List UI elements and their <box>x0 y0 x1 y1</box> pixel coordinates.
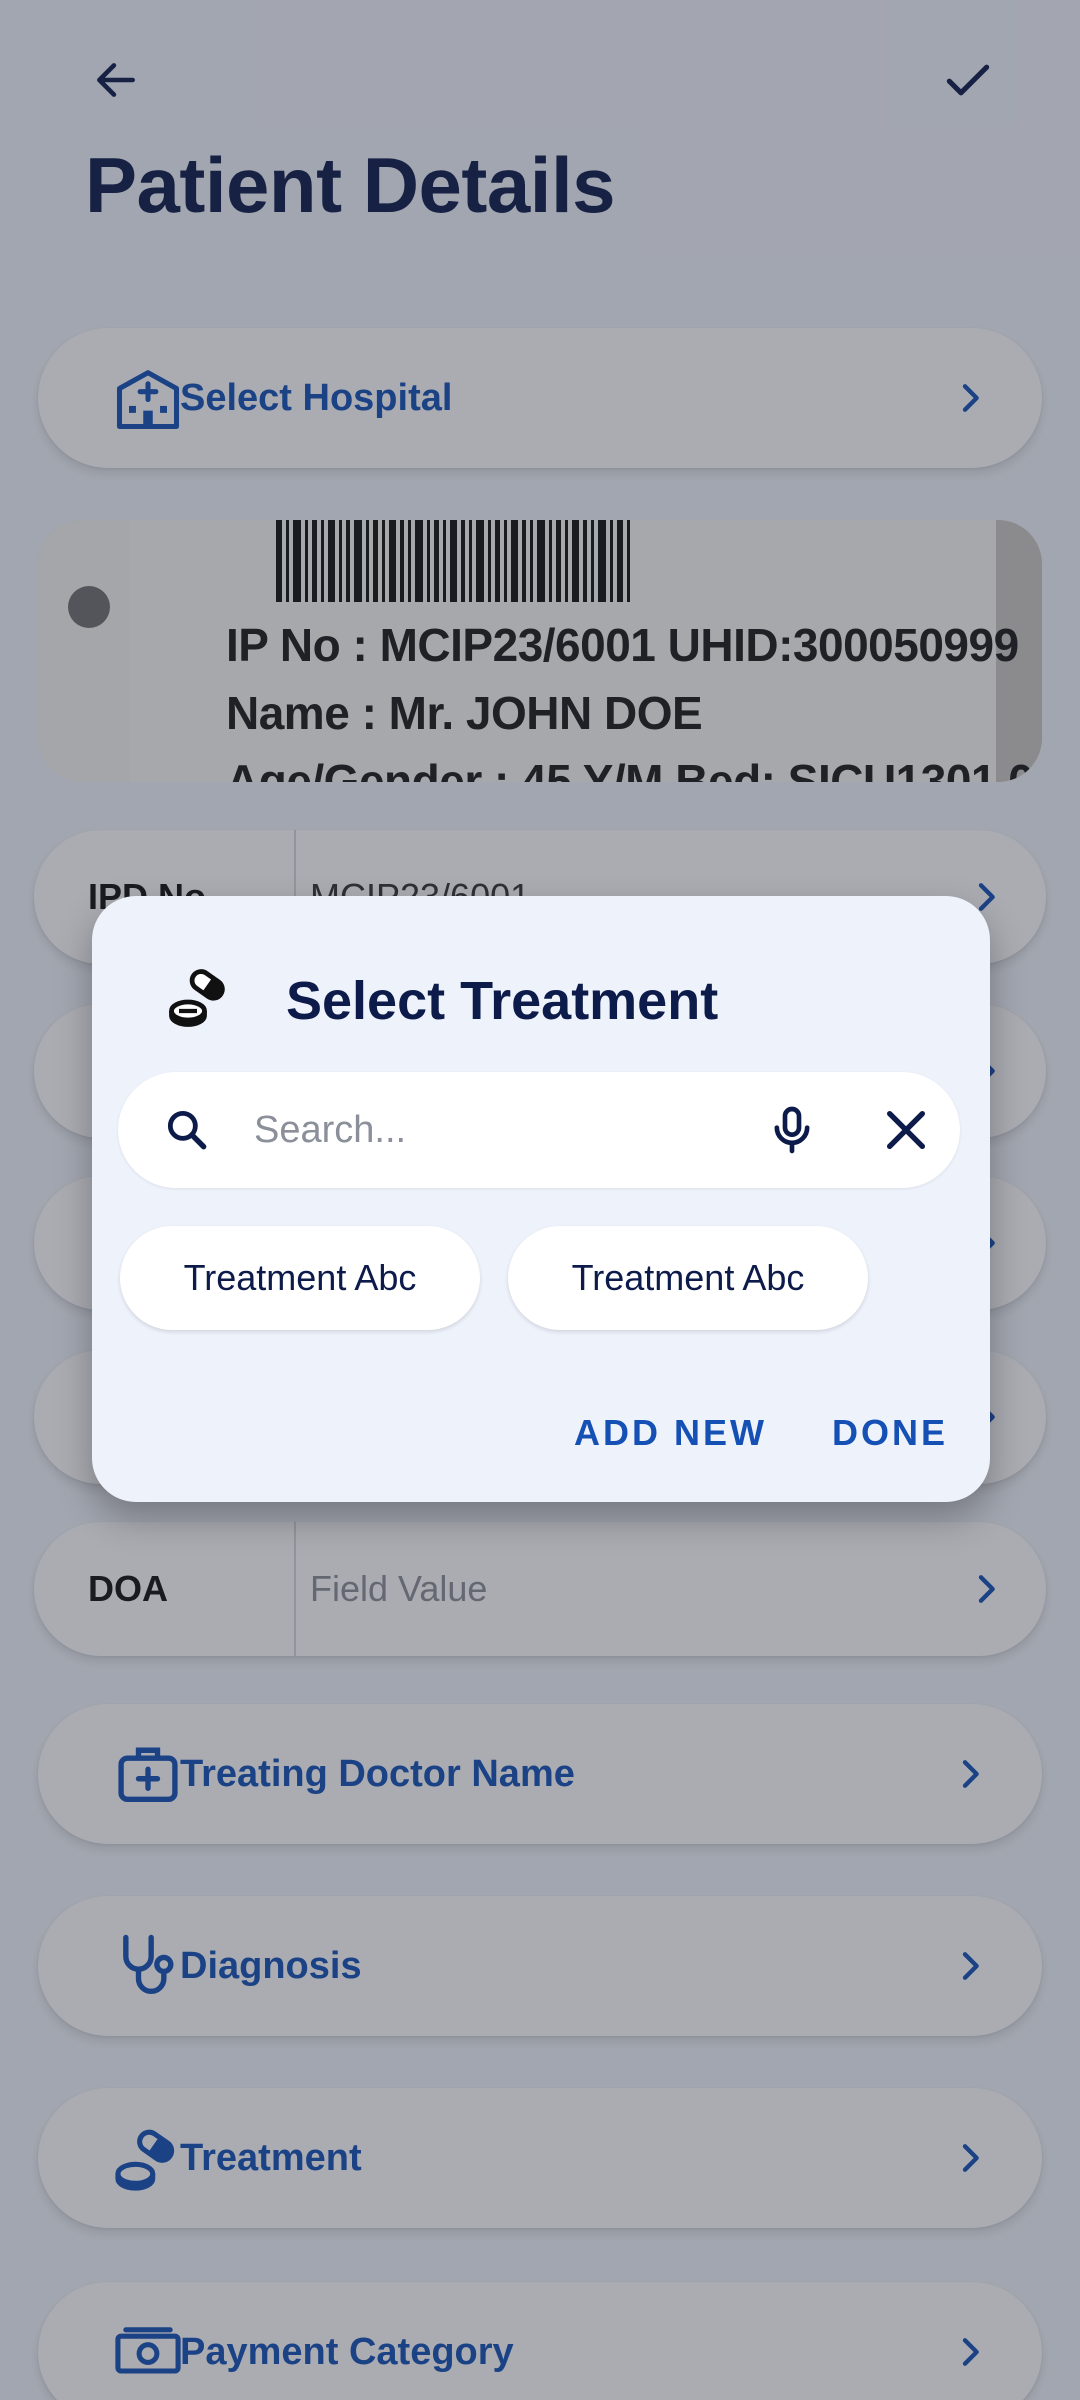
select-treatment-dialog: Select Treatment Treatment Abc Treatment… <box>92 896 990 1502</box>
add-new-button[interactable]: ADD NEW <box>574 1412 767 1454</box>
pills-icon <box>169 969 225 1027</box>
close-icon[interactable] <box>878 1102 934 1158</box>
search-icon[interactable] <box>162 1105 212 1155</box>
done-button[interactable]: DONE <box>832 1412 948 1454</box>
search-input[interactable] <box>254 1094 734 1166</box>
search-bar <box>118 1072 960 1188</box>
treatment-chip[interactable]: Treatment Abc <box>120 1226 480 1330</box>
mic-icon[interactable] <box>764 1102 820 1158</box>
treatment-chip[interactable]: Treatment Abc <box>508 1226 868 1330</box>
dialog-title: Select Treatment <box>286 971 719 1031</box>
